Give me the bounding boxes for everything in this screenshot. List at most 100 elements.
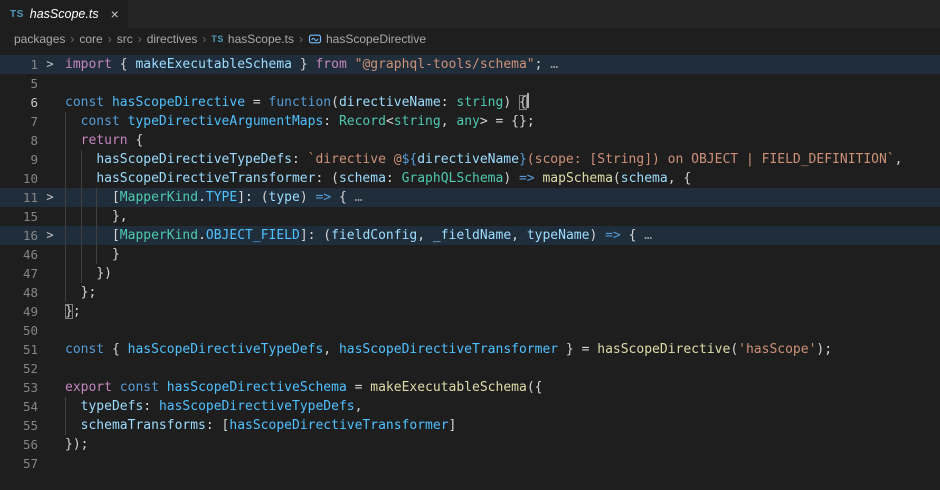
- close-icon[interactable]: ×: [111, 7, 119, 21]
- code-line-55[interactable]: 55 schemaTransforms: [hasScopeDirectiveT…: [0, 416, 940, 435]
- code-token: hasScopeDirective: [112, 95, 245, 110]
- code-text: hasScopeDirectiveTransformer: (schema: G…: [62, 169, 940, 188]
- breadcrumb-item-directives[interactable]: directives: [147, 32, 198, 46]
- code-line-15[interactable]: 15 },: [0, 207, 940, 226]
- indent-guide: [65, 112, 66, 131]
- line-number: 46: [0, 245, 38, 264]
- code-editor[interactable]: 1>import { makeExecutableSchema } from "…: [0, 50, 940, 473]
- code-text: import { makeExecutableSchema } from "@g…: [62, 55, 940, 74]
- code-line-53[interactable]: 53 export const hasScopeDirectiveSchema =…: [0, 378, 940, 397]
- code-text: },: [62, 207, 940, 226]
- code-text: export const hasScopeDirectiveSchema = m…: [62, 378, 940, 397]
- code-line-16[interactable]: 16> [MapperKind.OBJECT_FIELD]: (fieldCon…: [0, 226, 940, 245]
- code-text: [MapperKind.TYPE]: (type) => { …: [62, 188, 940, 207]
- code-line-57[interactable]: 57: [0, 454, 940, 473]
- line-number: 53: [0, 378, 38, 397]
- code-token: ${: [402, 152, 418, 167]
- code-line-49[interactable]: 49};: [0, 302, 940, 321]
- tab-title: hasScope.ts: [30, 7, 99, 21]
- code-token: any: [456, 114, 479, 129]
- breadcrumb-item-core[interactable]: core: [79, 32, 102, 46]
- fold-column: [38, 321, 62, 340]
- indent-guide: [81, 226, 82, 245]
- breadcrumb-item-src[interactable]: src: [117, 32, 133, 46]
- fold-column: [38, 264, 62, 283]
- code-token: const: [120, 380, 167, 395]
- breadcrumb-item-packages[interactable]: packages: [14, 32, 65, 46]
- breadcrumb-label: core: [79, 32, 102, 46]
- code-token: {: [128, 133, 144, 148]
- code-line-50[interactable]: 50: [0, 321, 940, 340]
- code-token: makeExecutableSchema: [370, 380, 527, 395]
- fold-column: [38, 150, 62, 169]
- code-token: ]: [449, 418, 457, 433]
- code-line-5[interactable]: 5: [0, 74, 940, 93]
- code-token: const: [65, 342, 112, 357]
- fold-column: [38, 283, 62, 302]
- code-line-47[interactable]: 47 }): [0, 264, 940, 283]
- code-text: };: [62, 302, 940, 321]
- code-token: "@graphql-tools/schema": [355, 57, 535, 72]
- tab-hasscope[interactable]: TS hasScope.ts ×: [0, 0, 128, 28]
- code-token: return: [81, 133, 128, 148]
- code-token: Record: [339, 114, 386, 129]
- line-number: 57: [0, 454, 38, 473]
- indent-guide: [96, 226, 97, 245]
- code-token: (: [613, 171, 621, 186]
- line-number: 6: [0, 93, 38, 112]
- code-token: export: [65, 380, 112, 395]
- breadcrumb-label: src: [117, 32, 133, 46]
- indent-guide: [65, 150, 66, 169]
- code-token: }: [112, 247, 120, 262]
- code-token: _fieldName: [433, 228, 511, 243]
- indent-guide: [65, 226, 66, 245]
- code-line-51[interactable]: 51const { hasScopeDirectiveTypeDefs, has…: [0, 340, 940, 359]
- code-token: schema: [621, 171, 668, 186]
- code-token: hasScopeDirectiveTransformer: [96, 171, 315, 186]
- code-line-56[interactable]: 56});: [0, 435, 940, 454]
- code-token: =>: [605, 228, 621, 243]
- code-token: (: [730, 342, 738, 357]
- code-token: :: [386, 171, 402, 186]
- code-token: `directive @: [308, 152, 402, 167]
- code-text: }: [62, 245, 940, 264]
- code-line-1[interactable]: 1>import { makeExecutableSchema } from "…: [0, 55, 940, 74]
- code-token: 'hasScope': [738, 342, 816, 357]
- code-line-7[interactable]: 7 const typeDirectiveArgumentMaps: Recor…: [0, 112, 940, 131]
- fold-chevron-icon[interactable]: >: [38, 226, 62, 245]
- code-token: :: [323, 114, 339, 129]
- code-token: hasScopeDirectiveSchema: [167, 380, 347, 395]
- code-token: (scope: [String]) on OBJECT | FIELD_DEFI…: [527, 152, 895, 167]
- code-token: const: [65, 95, 112, 110]
- code-line-52[interactable]: 52: [0, 359, 940, 378]
- code-text: [62, 74, 940, 93]
- breadcrumb-label: directives: [147, 32, 198, 46]
- code-line-46[interactable]: 46 }: [0, 245, 940, 264]
- code-token: hasScopeDirectiveTypeDefs: [159, 399, 355, 414]
- code-token: }: [292, 57, 315, 72]
- code-token: ): [503, 171, 519, 186]
- indent-guide: [81, 207, 82, 226]
- code-token: ;: [535, 57, 551, 72]
- code-line-6[interactable]: 6const hasScopeDirective = function(dire…: [0, 93, 940, 112]
- breadcrumb-item-hasscopedirective[interactable]: hasScopeDirective: [308, 32, 426, 46]
- breadcrumb-item-hasscope-ts[interactable]: TShasScope.ts: [211, 32, 294, 46]
- code-line-11[interactable]: 11> [MapperKind.TYPE]: (type) => { …: [0, 188, 940, 207]
- code-line-10[interactable]: 10 hasScopeDirectiveTransformer: (schema…: [0, 169, 940, 188]
- fold-chevron-icon[interactable]: >: [38, 55, 62, 74]
- indent-guide: [65, 283, 66, 302]
- code-token: > = {};: [480, 114, 535, 129]
- code-token: type: [269, 190, 300, 205]
- code-token: {: [621, 228, 644, 243]
- code-line-48[interactable]: 48 };: [0, 283, 940, 302]
- fold-chevron-icon[interactable]: >: [38, 188, 62, 207]
- code-line-54[interactable]: 54 typeDefs: hasScopeDirectiveTypeDefs,: [0, 397, 940, 416]
- code-text: hasScopeDirectiveTypeDefs: `directive @$…: [62, 150, 940, 169]
- line-number: 49: [0, 302, 38, 321]
- code-line-9[interactable]: 9 hasScopeDirectiveTypeDefs: `directive …: [0, 150, 940, 169]
- code-line-8[interactable]: 8 return {: [0, 131, 940, 150]
- code-token: typeName: [527, 228, 590, 243]
- line-number: 52: [0, 359, 38, 378]
- line-number: 1: [0, 55, 38, 74]
- code-text: const { hasScopeDirectiveTypeDefs, hasSc…: [62, 340, 940, 359]
